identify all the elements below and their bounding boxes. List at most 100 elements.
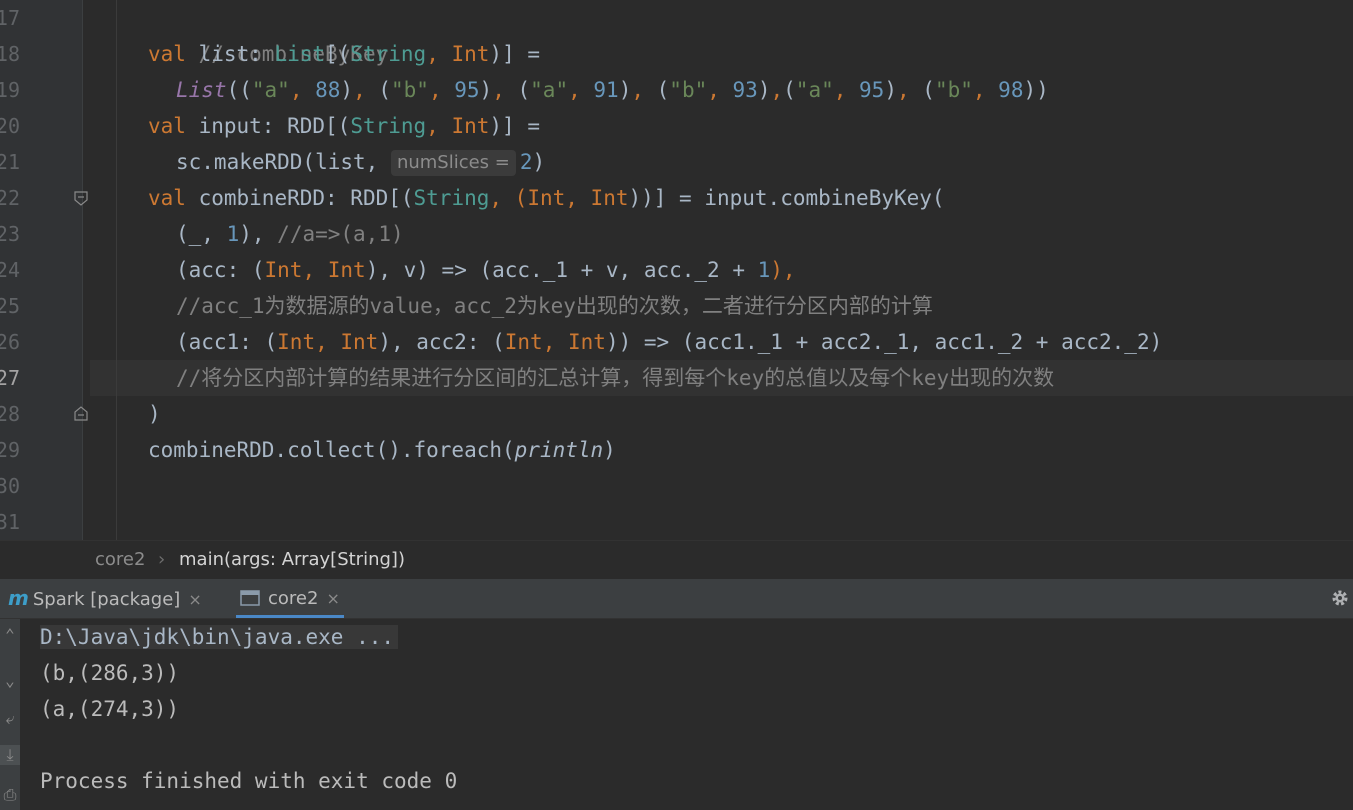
code-line-17[interactable]: // combineByKey xyxy=(148,0,389,66)
keyword: val xyxy=(148,186,186,210)
type-name: Int xyxy=(568,330,606,354)
console-text: D:\Java\jdk\bin\java.exe ... xyxy=(40,625,399,649)
type-name: Int xyxy=(340,330,379,354)
soft-wrap-icon[interactable]: ⤶ xyxy=(0,709,20,729)
breadcrumb-method[interactable]: main(args: Array[String]) xyxy=(179,541,405,579)
code-text: ) xyxy=(532,150,546,174)
line-number: 19 xyxy=(0,78,20,102)
code-line-22[interactable]: val combineRDD: RDD[(String, (Int, Int))… xyxy=(148,180,945,216)
gutter-separator xyxy=(82,0,83,540)
number-literal: 91 xyxy=(593,78,619,102)
number-literal: 93 xyxy=(732,78,758,102)
code-text: (_, xyxy=(176,222,227,246)
parameter-hint: numSlices = xyxy=(390,150,516,176)
code-line-23[interactable]: (_, 1), //a=>(a,1) xyxy=(176,216,404,252)
type-name: Int xyxy=(504,330,543,354)
comment: //将分区内部计算的结果进行分区间的汇总计算，得到每个key的总值以及每个key… xyxy=(176,366,1055,390)
comment: //a=>(a,1) xyxy=(277,222,404,246)
code-text: , xyxy=(565,186,591,210)
console-output-line: (b,(286,3)) xyxy=(40,661,180,685)
code-line-25[interactable]: //acc_1为数据源的value，acc_2为key出现的次数，二者进行分区内… xyxy=(176,288,933,324)
keyword: val xyxy=(148,114,186,138)
string-literal: "b" xyxy=(391,78,429,102)
run-console[interactable]: ⌃ ⌄ ⤶ ⤓ ⎙ D:\Java\jdk\bin\java.exe ... (… xyxy=(0,619,1353,810)
chevron-down-icon[interactable]: ⌄ xyxy=(0,671,20,691)
string-literal: "b" xyxy=(669,78,708,102)
breadcrumb-separator: › xyxy=(158,549,166,570)
code-text: combineRDD: RDD[( xyxy=(185,186,414,210)
scroll-to-end-icon[interactable]: ⤓ xyxy=(0,745,20,765)
line-number: 28 xyxy=(0,402,20,426)
code-line-26[interactable]: (acc1: (Int, Int), acc2: (Int, Int)) => … xyxy=(176,324,1162,360)
function-name: println xyxy=(514,438,604,462)
breadcrumb-file[interactable]: core2 xyxy=(95,541,145,579)
comment: //acc_1为数据源的value，acc_2为key出现的次数，二者进行分区内… xyxy=(176,294,933,318)
code-text: ), xyxy=(770,258,796,282)
gear-icon[interactable] xyxy=(1329,587,1351,609)
type-name: String xyxy=(350,114,427,138)
line-number: 30 xyxy=(0,474,20,498)
code-text: ))] = input.combineByKey( xyxy=(628,186,945,210)
string-literal: "a" xyxy=(530,78,569,102)
console-toolbar: ⌃ ⌄ ⤶ ⤓ ⎙ xyxy=(0,619,20,810)
code-line-24[interactable]: (acc: (Int, Int), v) => (acc._1 + v, acc… xyxy=(176,252,796,288)
chevron-up-icon[interactable]: ⌃ xyxy=(0,625,20,645)
code-text: (acc: ( xyxy=(176,258,265,282)
tab-core2[interactable]: core2 × xyxy=(236,579,344,618)
fold-icon[interactable] xyxy=(74,405,88,421)
breadcrumb: core2 › main(args: Array[String]) xyxy=(0,540,1353,579)
indent-guide xyxy=(116,0,117,540)
line-number: 18 xyxy=(0,42,20,66)
code-text: )) => (acc1._1 + acc2._1, acc1._2 + acc2… xyxy=(605,330,1163,354)
string-literal: "b" xyxy=(934,78,973,102)
close-icon[interactable]: × xyxy=(188,590,201,609)
number-literal: 1 xyxy=(757,258,771,282)
code-text: list: xyxy=(185,42,275,66)
number-literal: 1 xyxy=(226,222,240,246)
code-line-20[interactable]: val input: RDD[(String, Int)] = xyxy=(148,108,540,144)
code-text: , xyxy=(302,258,328,282)
code-text: combineRDD.collect().foreach( xyxy=(148,438,515,462)
code-line-21[interactable]: sc.makeRDD(list, numSlices = 2) xyxy=(176,144,545,180)
fold-icon[interactable] xyxy=(74,191,88,207)
code-text: )] = xyxy=(489,42,540,66)
type-name: List xyxy=(274,42,326,66)
number-literal: 88 xyxy=(315,78,341,102)
type-name: Int xyxy=(590,186,629,210)
tab-label: core2 xyxy=(268,588,319,609)
line-number: 26 xyxy=(0,330,20,354)
keyword: val xyxy=(148,42,186,66)
code-text: ) xyxy=(148,402,161,426)
code-text: , ( xyxy=(489,186,528,210)
code-line-19[interactable]: List(("a", 88), ("b", 95), ("a", 91), ("… xyxy=(176,72,1049,108)
type-name: Int xyxy=(451,42,490,66)
type-name: Int xyxy=(327,258,366,282)
code-line-18[interactable]: val list: List[(String, Int)] = xyxy=(148,36,540,72)
type-name: String xyxy=(350,42,427,66)
code-line-29[interactable]: combineRDD.collect().foreach(println) xyxy=(148,432,616,468)
type-name: Int xyxy=(527,186,566,210)
code-text: , xyxy=(426,114,452,138)
code-text: [( xyxy=(325,42,351,66)
code-line-27[interactable]: //将分区内部计算的结果进行分区间的汇总计算，得到每个key的总值以及每个key… xyxy=(176,360,1054,396)
code-text: )] = xyxy=(489,114,540,138)
console-command-line: D:\Java\jdk\bin\java.exe ... xyxy=(40,619,399,655)
number-literal: 98 xyxy=(998,78,1024,102)
code-text: (( xyxy=(226,78,252,102)
console-icon xyxy=(240,581,260,620)
line-number: 31 xyxy=(0,510,20,534)
close-icon[interactable]: × xyxy=(326,589,339,608)
code-line-28[interactable]: ) xyxy=(148,396,161,432)
console-output-line: (a,(274,3)) xyxy=(40,697,180,721)
line-number: 25 xyxy=(0,294,20,318)
code-text: ) xyxy=(603,438,616,462)
function-name: List xyxy=(176,78,227,102)
number-literal: 95 xyxy=(859,78,885,102)
code-text: input: RDD[( xyxy=(185,114,351,138)
line-number-current: 27 xyxy=(0,366,20,390)
line-number: 22 xyxy=(0,186,20,210)
console-exit-line: Process finished with exit code 0 xyxy=(40,769,458,793)
print-icon[interactable]: ⎙ xyxy=(0,785,20,805)
tab-spark-package[interactable]: m Spark [package] × xyxy=(8,579,202,618)
code-editor[interactable]: 17 18 19 20 21 22 23 24 25 26 27 28 29 3… xyxy=(0,0,1353,540)
